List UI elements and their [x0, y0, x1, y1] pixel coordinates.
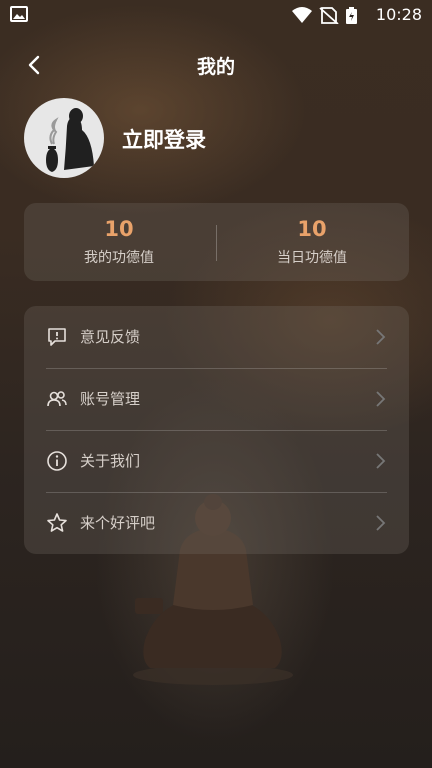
status-icons	[292, 7, 357, 24]
monk-incense-icon	[46, 108, 94, 172]
menu-item-feedback[interactable]: 意见反馈	[46, 306, 387, 369]
daily-merit-label: 当日功德值	[277, 250, 347, 266]
chevron-right-icon	[376, 391, 386, 407]
chevron-right-icon	[376, 515, 386, 531]
battery-icon	[346, 7, 357, 24]
my-merit-label: 我的功德值	[84, 250, 154, 266]
menu-item-about[interactable]: 关于我们	[46, 430, 387, 493]
status-bar: 10:28	[0, 0, 432, 30]
avatar[interactable]	[24, 98, 104, 178]
wifi-icon	[292, 7, 312, 23]
menu-item-label: 来个好评吧	[80, 514, 156, 532]
star-icon	[47, 513, 67, 532]
info-icon	[47, 451, 67, 471]
menu-item-rate[interactable]: 来个好评吧	[46, 492, 387, 554]
merit-stats-card: 10 我的功德值 10 当日功德值	[24, 203, 409, 281]
menu-item-label: 账号管理	[80, 390, 141, 408]
chevron-right-icon	[376, 329, 386, 345]
menu-item-label: 关于我们	[80, 452, 141, 470]
my-merit-stat: 10 我的功德值	[24, 217, 214, 267]
feedback-icon	[48, 328, 66, 346]
no-sim-icon	[319, 7, 339, 24]
gallery-icon	[10, 6, 28, 22]
menu-item-account[interactable]: 账号管理	[46, 368, 387, 431]
login-link[interactable]: 立即登录	[122, 124, 206, 154]
daily-merit-stat: 10 当日功德值	[217, 217, 407, 267]
account-icon	[47, 391, 67, 407]
daily-merit-value: 10	[297, 217, 327, 241]
my-merit-value: 10	[104, 217, 134, 241]
top-bar: 我的	[0, 40, 432, 88]
page-title: 我的	[196, 56, 235, 78]
clock: 10:28	[375, 5, 422, 24]
menu-item-label: 意见反馈	[80, 328, 141, 346]
settings-menu-card: 意见反馈 账号管理 关于我们 来个好评吧	[24, 306, 409, 554]
chevron-right-icon	[376, 453, 386, 469]
